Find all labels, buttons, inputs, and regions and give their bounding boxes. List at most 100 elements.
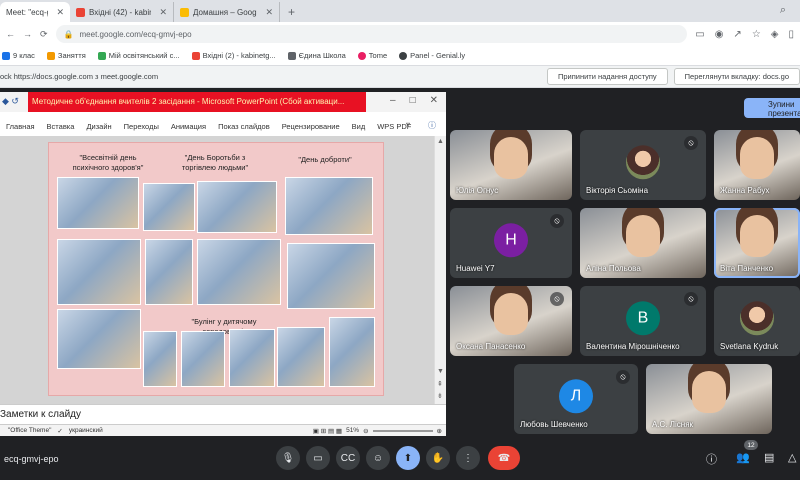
participant-tile[interactable]: А.С. Лісняк — [646, 364, 772, 434]
drive-icon — [180, 7, 189, 17]
slide-caption: "День Боротьби з торгівлею людьми" — [181, 153, 249, 172]
slide-photo — [329, 317, 375, 387]
slide-photo — [277, 327, 325, 387]
back-icon[interactable]: ← — [6, 29, 15, 39]
meeting-code: ecq-gmvj-epo — [4, 454, 59, 464]
new-tab-button[interactable]: + — [280, 2, 303, 22]
slide-photo — [197, 181, 277, 233]
avatar — [740, 301, 774, 336]
bookmark-icon — [399, 51, 408, 60]
captions-icon[interactable]: CC — [336, 446, 360, 470]
stop-sharing-button[interactable]: Припинити надання доступу — [546, 68, 668, 85]
meet-area: ◆ ↺ Методичне об'єднання вчителів 2 засі… — [0, 88, 800, 480]
participant-name: Віта Панченко — [720, 264, 774, 273]
lock-icon: 🔒 — [63, 29, 74, 39]
browser-window: Meet: "ecq-gmvj-epo ✕ Вхідні (42) - kabi… — [0, 0, 800, 480]
participant-video — [740, 137, 774, 179]
bookmark-genially[interactable]: Panel - Genial.ly — [399, 51, 465, 60]
url-text: meet.google.com/ecq-gmvj-epo — [79, 29, 192, 39]
present-icon[interactable]: ⬆ — [396, 446, 420, 470]
bookmark-osvita[interactable]: Мій освітянський с... — [97, 51, 180, 60]
participant-name: Любовь Шевченко — [520, 420, 588, 429]
tab-gmail[interactable]: Вхідні (42) - kabinetgeog ✕ — [70, 2, 174, 22]
bookmark-label: Tome — [368, 51, 388, 60]
bookmark-label: Мій освітянський с... — [108, 51, 180, 60]
slide-photo — [143, 183, 195, 231]
bookmark-icon — [287, 51, 296, 60]
close-icon[interactable]: ✕ — [159, 7, 167, 18]
participant-name: Валентина Мірошніченко — [586, 342, 680, 351]
tab-meet[interactable]: Meet: "ecq-gmvj-epo ✕ — [0, 2, 70, 22]
raise-hand-icon[interactable]: ✋ — [426, 446, 450, 470]
avatar: Л — [559, 379, 593, 414]
activities-icon[interactable]: △ — [788, 451, 796, 464]
zoom-level: 51% — [346, 427, 360, 434]
stop-presenting-button[interactable]: Зупини презента — [744, 98, 800, 118]
star-icon[interactable]: ☆ — [752, 29, 761, 40]
notes-label: Заметки к слайду — [0, 409, 81, 420]
bookmark-tome[interactable]: Tome — [357, 51, 388, 60]
participant-name: Оксана Панасенко — [456, 342, 526, 351]
bookmark-icon — [357, 51, 366, 60]
tab-drive[interactable]: Домашня – Google Диск ✕ — [174, 2, 280, 22]
ribbon-tab: Анимация — [170, 121, 207, 131]
share-icon[interactable]: ↗ — [733, 29, 741, 40]
slide-caption: "Всесвітній день психічного здоров'я" — [72, 153, 144, 172]
sidebar-icon[interactable]: ▯ — [788, 29, 794, 40]
screen-share-icon[interactable]: ▭ — [695, 29, 704, 40]
avatar: H — [494, 223, 528, 258]
close-icon[interactable]: ✕ — [265, 7, 273, 18]
participant-tile[interactable]: Л ⦸ Любовь Шевченко — [514, 364, 638, 434]
participant-tile[interactable]: ⦸ Вікторія Сьоміна — [580, 130, 706, 200]
participant-tile[interactable]: Юлія Огнус — [450, 130, 572, 200]
emoji-icon[interactable]: ☺ — [366, 446, 390, 470]
camera-icon[interactable]: ▭ — [306, 446, 330, 470]
participant-name: Аліна Польова — [586, 264, 641, 273]
slide-photo — [143, 331, 177, 387]
tab-search-icon[interactable]: ⌕ — [780, 4, 786, 17]
participant-video — [494, 293, 528, 335]
extension-icon[interactable]: ◈ — [771, 29, 779, 40]
avatar — [626, 145, 660, 180]
slide-caption: "День доброти" — [298, 155, 352, 164]
switch-tab-button[interactable]: Переглянути вкладку: docs.go — [673, 68, 800, 85]
ppt-status-bar: "Office Theme" ✓ украинский ▣ ⊞ ▤ ▦ 51% … — [0, 424, 446, 436]
share-message: ock https://docs.google.com з meet.googl… — [0, 72, 159, 81]
participant-tile[interactable]: Віта Панченко — [714, 208, 800, 278]
microphone-icon[interactable]: 🎙 — [276, 446, 300, 470]
bookmark-yedyna-shkola[interactable]: Єдина Школа — [287, 51, 346, 60]
url-bar[interactable]: 🔒 meet.google.com/ecq-gmvj-epo — [55, 25, 688, 43]
leave-call-button[interactable]: ☎ — [488, 446, 520, 470]
quick-access-icon: ◆ ↺ — [2, 96, 19, 106]
camera-icon[interactable]: ◉ — [715, 29, 724, 40]
participant-tile[interactable]: Жанна Рабух — [714, 130, 800, 200]
participant-tile[interactable]: ⦸ Оксана Панасенко — [450, 286, 572, 356]
close-icon: ✕ — [429, 95, 438, 106]
participant-tile[interactable]: H ⦸ Huawei Y7 — [450, 208, 572, 278]
participant-tile[interactable]: B ⦸ Валентина Мірошніченко — [580, 286, 706, 356]
bookmark-zanyattya[interactable]: Заняття — [46, 51, 86, 60]
chat-icon[interactable]: ▤ — [764, 451, 774, 464]
more-options-icon[interactable]: ⋮ — [456, 446, 480, 470]
zoom-control: ▣ ⊞ ▤ ▦ 51% ⊖ ⊕ — [313, 427, 442, 435]
ribbon-tab: Дизайн — [86, 121, 112, 131]
slide-canvas: "Всесвітній день психічного здоров'я" "Д… — [0, 136, 446, 404]
bookmark-9-klas[interactable]: 9 клас — [2, 51, 35, 60]
ribbon-tab: Рецензирование — [281, 121, 340, 131]
ppt-title-bar: ◆ ↺ Методичне об'єднання вчителів 2 засі… — [0, 92, 446, 112]
bookmark-gmail[interactable]: Вхідні (2) - kabinetg... — [191, 51, 276, 60]
people-icon[interactable]: 👥 — [736, 451, 750, 464]
zoom-out-icon: ⊖ — [363, 427, 369, 435]
slide-photo — [57, 309, 141, 369]
chevron-up-icon: ▲ — [437, 138, 444, 145]
close-icon[interactable]: ✕ — [56, 7, 64, 18]
status-theme: "Office Theme" — [8, 427, 52, 434]
forward-icon[interactable]: → — [23, 29, 32, 39]
collapse-icon: ▿ — [405, 120, 410, 129]
participant-tile[interactable]: Аліна Польова — [580, 208, 706, 278]
info-icon[interactable]: ⓘ — [706, 451, 717, 467]
participant-name: Huawei Y7 — [456, 264, 495, 273]
reload-icon[interactable]: ⟳ — [40, 29, 48, 40]
participant-tile[interactable]: Svetlana Kydruk — [714, 286, 800, 356]
avatar: B — [626, 301, 660, 336]
